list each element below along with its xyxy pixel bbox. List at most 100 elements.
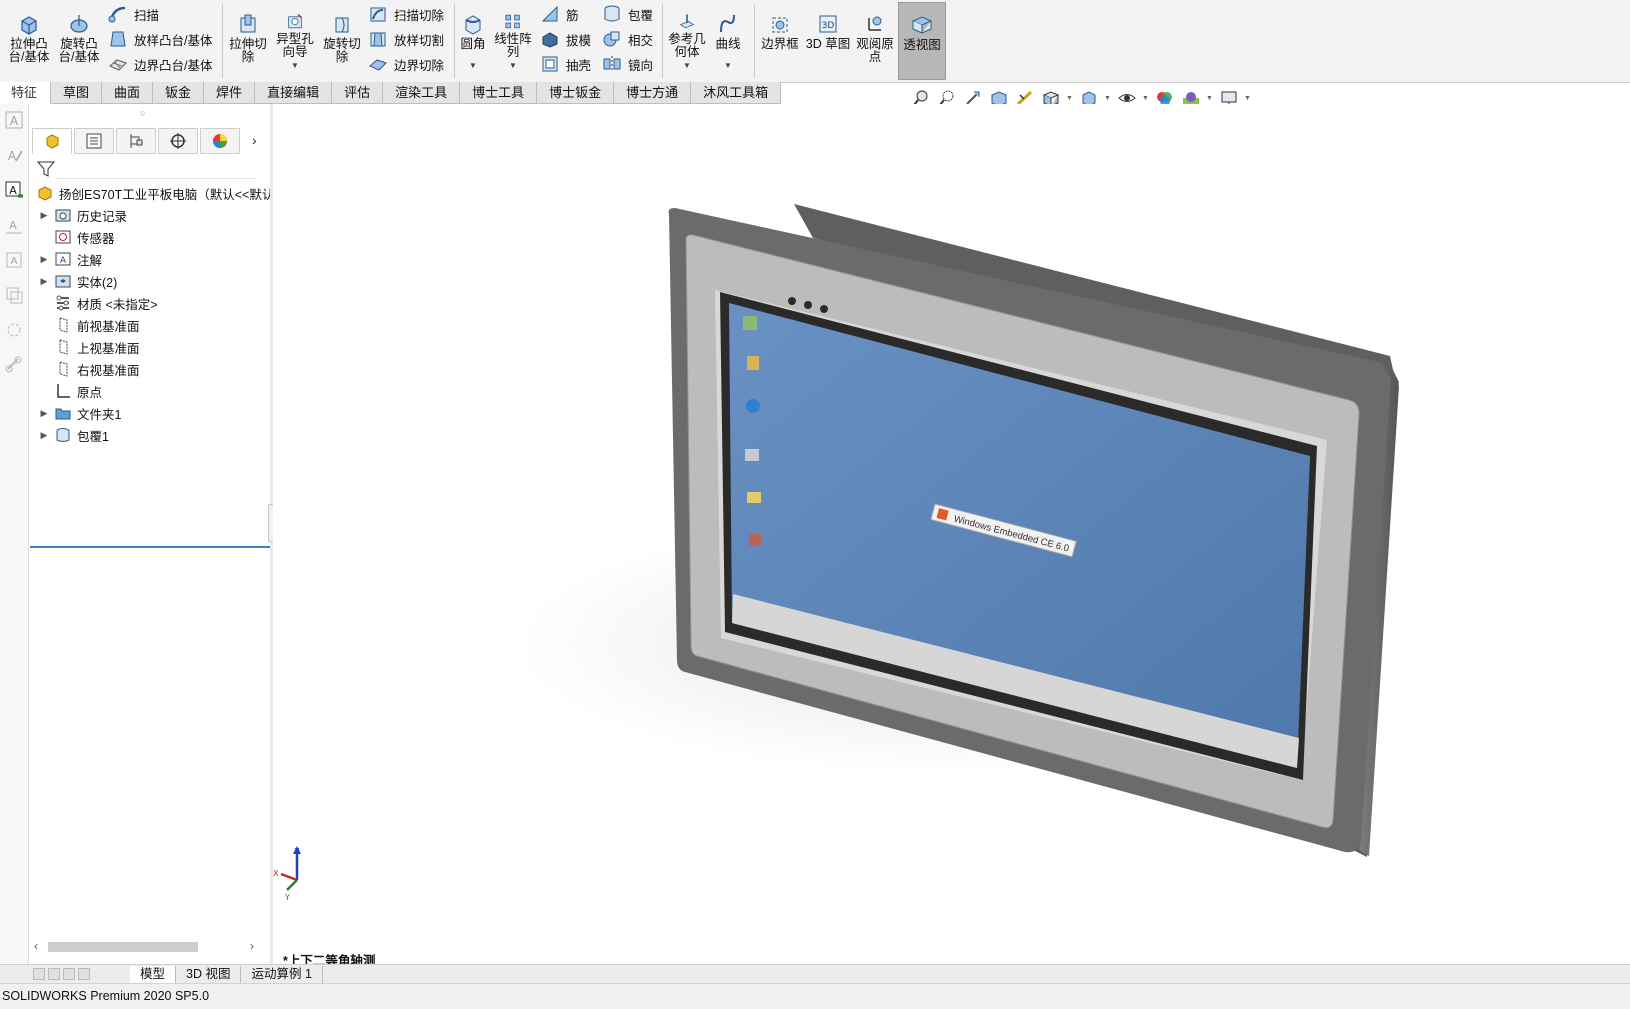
tab-doctor-tools[interactable]: 博士工具 [460, 82, 538, 104]
filter-icon[interactable] [36, 159, 56, 179]
tree-item[interactable]: 材质 <未指定> [30, 292, 270, 314]
tab-evaluate[interactable]: 评估 [332, 82, 384, 104]
swept-cut-button[interactable]: 扫描切除 [368, 2, 444, 26]
prev-tab-icon[interactable] [48, 968, 60, 980]
last-tab-icon[interactable] [78, 968, 90, 980]
tab-3d-views[interactable]: 3D 视图 [176, 965, 242, 983]
display-manager-tab[interactable] [200, 128, 240, 154]
copy-icon[interactable] [4, 285, 24, 305]
rib-button[interactable]: 筋 [540, 2, 579, 26]
tab-model[interactable]: 模型 [130, 965, 177, 983]
display-style-dropdown-icon[interactable]: ▼ [1104, 95, 1112, 102]
annotation-edit-icon[interactable]: A [4, 145, 24, 165]
draft-button[interactable]: 拔模 [540, 27, 591, 51]
curves-label: 曲线 [715, 37, 741, 51]
expand-arrow-icon[interactable]: ▶ [38, 408, 50, 419]
extrude-boss-button[interactable]: 拉伸凸 台/基体 [6, 2, 52, 78]
wrap-button[interactable]: 包覆 [602, 2, 653, 26]
tab-render-tools[interactable]: 渲染工具 [383, 82, 461, 104]
configuration-manager-tab[interactable] [116, 128, 156, 154]
tree-item[interactable]: 右视基准面 [30, 358, 270, 380]
linear-pattern-dropdown-icon[interactable]: ▼ [509, 59, 517, 72]
fillet-button[interactable]: 圆角 ▼ [456, 2, 490, 78]
reference-geometry-dropdown-icon[interactable]: ▼ [683, 59, 691, 72]
tree-item[interactable]: ▶ A 注解 [30, 248, 270, 270]
tree-item[interactable]: ▶ 历史记录 [30, 204, 270, 226]
intersect-button[interactable]: 相交 [602, 27, 653, 51]
reference-geometry-button[interactable]: 参考几 何体 ▼ [666, 2, 708, 78]
perspective-button[interactable]: 透视图 [898, 2, 946, 80]
boundary-boss-button[interactable]: 边界凸台/基体 [108, 52, 212, 76]
view-settings-dropdown-icon[interactable]: ▼ [1244, 95, 1252, 102]
next-tab-icon[interactable] [63, 968, 75, 980]
panel-collapse-dot[interactable]: ○ [140, 108, 145, 118]
tree-item[interactable]: 原点 [30, 380, 270, 402]
tab-weldments[interactable]: 焊件 [204, 82, 256, 104]
annotation-a-icon[interactable]: A [4, 110, 24, 130]
revolve-cut-button[interactable]: 旋转切 除 [320, 2, 364, 78]
annotation-dim-icon[interactable]: A [4, 215, 24, 235]
tab-features[interactable]: 特征 [0, 82, 51, 104]
tree-item-label: 上视基准面 [77, 341, 140, 356]
more-tabs-chevron-icon[interactable]: › [252, 132, 257, 148]
swept-cut-label: 扫描切除 [394, 8, 445, 23]
tree-item[interactable]: ▶ 包覆1 [30, 424, 270, 446]
expand-arrow-icon[interactable]: ▶ [38, 254, 50, 265]
expand-arrow-icon[interactable]: ▶ [38, 430, 50, 441]
linear-pattern-button[interactable]: 线性阵 列 ▼ [492, 2, 534, 78]
mirror-button[interactable]: 镜向 [602, 52, 653, 76]
tab-mufeng-toolbox[interactable]: 沐风工具箱 [691, 82, 782, 104]
graphics-area[interactable]: Windows Embedded CE 6.0 Z X Y [273, 104, 1630, 964]
revolve-boss-button[interactable]: 旋转凸 台/基体 [56, 2, 102, 78]
tree-root-part[interactable]: 扬创ES70T工业平板电脑（默认<<默认> [30, 182, 282, 204]
scroll-left-icon[interactable]: ‹ [34, 939, 38, 953]
annotation-note-icon[interactable]: A [4, 250, 24, 270]
sketch-3d-button[interactable]: 3D 3D 草图 [804, 2, 852, 78]
tree-item[interactable]: 前视基准面 [30, 314, 270, 336]
perspective-icon [911, 16, 933, 34]
bounding-box-button[interactable]: 边界框 [758, 2, 802, 78]
boundary-cut-button[interactable]: 边界切除 [368, 52, 444, 76]
lofted-cut-button[interactable]: 放样切割 [368, 27, 444, 51]
expand-arrow-icon[interactable]: ▶ [38, 276, 50, 287]
scroll-right-icon[interactable]: › [250, 939, 254, 953]
tree-item[interactable]: ▶ 实体(2) [30, 270, 270, 292]
annotation-active-icon[interactable]: A [4, 180, 24, 200]
feature-manager-tab[interactable] [32, 128, 72, 154]
fillet-dropdown-icon[interactable]: ▼ [469, 59, 477, 72]
hole-wizard-button[interactable]: 异型孔 向导 ▼ [272, 2, 318, 78]
shell-button[interactable]: 抽壳 [540, 52, 591, 76]
sweep-button[interactable]: 扫描 [108, 2, 159, 26]
ribbon-separator [222, 4, 223, 78]
expand-arrow-icon[interactable]: ▶ [38, 210, 50, 221]
sweep-icon [108, 6, 126, 23]
property-manager-tab[interactable] [74, 128, 114, 154]
dimxpert-manager-tab[interactable] [158, 128, 198, 154]
loft-boss-button[interactable]: 放样凸台/基体 [108, 27, 212, 51]
settings-grid-icon[interactable] [4, 320, 24, 340]
tab-sheet-metal[interactable]: 钣金 [153, 82, 205, 104]
filter-input[interactable] [56, 160, 256, 179]
extrude-cut-button[interactable]: 拉伸切 除 [226, 2, 270, 78]
scrollbar-thumb[interactable] [48, 942, 198, 952]
apply-scene-dropdown-icon[interactable]: ▼ [1206, 95, 1214, 102]
tab-surfaces[interactable]: 曲面 [102, 82, 154, 104]
rollback-bar[interactable] [30, 546, 270, 548]
tree-item[interactable]: 传感器 [30, 226, 270, 248]
tab-direct-editing[interactable]: 直接编辑 [255, 82, 333, 104]
tab-doctor-sheet-metal[interactable]: 博士钣金 [537, 82, 615, 104]
first-tab-icon[interactable] [33, 968, 45, 980]
curves-dropdown-icon[interactable]: ▼ [724, 59, 732, 72]
view-origin-button[interactable]: 观阅原 点 [854, 2, 896, 78]
tree-item[interactable]: ▶ 文件夹1 [30, 402, 270, 424]
view-orientation-dropdown-icon[interactable]: ▼ [1066, 95, 1074, 102]
tab-sketch[interactable]: 草图 [51, 82, 103, 104]
link-icon[interactable] [4, 355, 24, 375]
hide-show-dropdown-icon[interactable]: ▼ [1142, 95, 1150, 102]
curves-button[interactable]: 曲线 ▼ [710, 2, 746, 78]
tab-motion-study[interactable]: 运动算例 1 [241, 965, 323, 983]
hole-wizard-dropdown-icon[interactable]: ▼ [291, 59, 299, 72]
horizontal-scrollbar[interactable]: ‹ › [30, 939, 270, 955]
tree-item[interactable]: 上视基准面 [30, 336, 270, 358]
tab-doctor-square-tube[interactable]: 博士方通 [614, 82, 692, 104]
